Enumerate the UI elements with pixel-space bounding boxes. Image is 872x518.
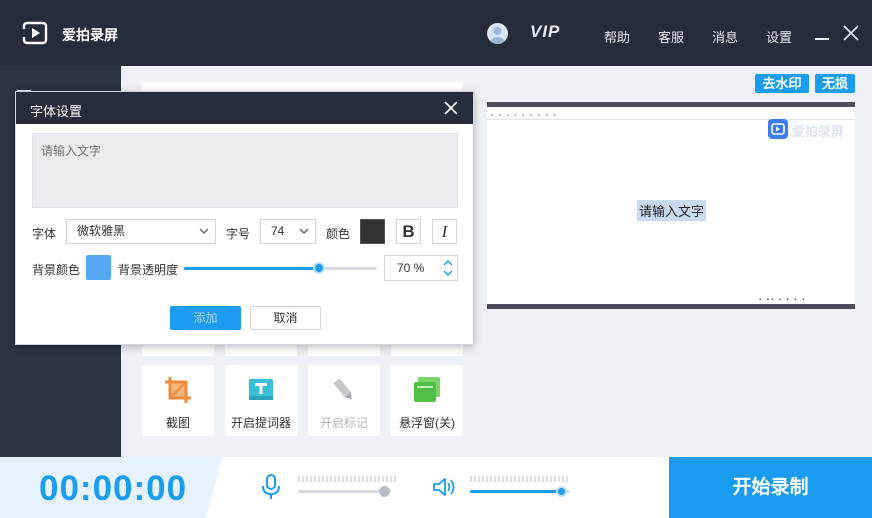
app-window: 爱拍录屏 VIP 帮助 客服 消息 设置 去水印 无损 ▪ ▪ ▪ ▪ ▪ ▪ … <box>0 0 872 518</box>
tool-label: 开启提词器 <box>230 416 291 430</box>
microphone-icon[interactable] <box>261 474 281 500</box>
opacity-input[interactable]: 70 % <box>384 255 458 281</box>
teleprompter-tool[interactable]: 开启提词器 <box>225 365 297 436</box>
timer-panel: 00:00:00 <box>0 457 222 518</box>
settings-link[interactable]: 设置 <box>766 27 792 46</box>
opacity-value: 70 % <box>397 261 425 275</box>
add-button[interactable]: 添加 <box>170 306 241 330</box>
font-size-select[interactable]: 74 <box>260 219 316 244</box>
floating-window-tool[interactable]: 悬浮窗(关) <box>391 365 463 436</box>
preview-status-strip: ▪ ▪▪ ▪ ▪ ▪ ▪ <box>759 297 807 303</box>
lossless-tag[interactable]: 无损 <box>815 74 855 93</box>
opacity-slider-knob[interactable] <box>313 262 326 274</box>
user-icon <box>490 27 505 44</box>
text-color-swatch[interactable] <box>360 219 385 244</box>
speaker-icon[interactable] <box>432 476 456 498</box>
cancel-button[interactable]: 取消 <box>250 306 321 330</box>
app-title: 爱拍录屏 <box>62 27 118 43</box>
minimize-button[interactable] <box>815 38 829 40</box>
chevron-down-icon <box>199 228 209 234</box>
marker-tool[interactable]: 开启标记 <box>308 365 380 436</box>
dialog-header: 字体设置 <box>16 92 473 124</box>
tool-label: 开启标记 <box>319 416 368 430</box>
tool-label: 悬浮窗(关) <box>399 416 455 430</box>
crop-icon <box>165 377 191 403</box>
recording-timer: 00:00:00 <box>39 469 188 508</box>
bold-button[interactable]: B <box>396 219 421 244</box>
chevron-down-icon <box>299 228 309 234</box>
vip-badge[interactable]: VIP <box>530 22 560 42</box>
speaker-volume-knob[interactable] <box>556 486 567 497</box>
preview-divider <box>487 119 855 120</box>
bg-opacity-label: 背景透明度 <box>118 263 179 277</box>
floating-window-icon <box>414 377 440 402</box>
remove-watermark-tag[interactable]: 去水印 <box>755 74 809 93</box>
preview-overlay-text[interactable]: 请输入文字 <box>637 200 707 221</box>
mic-volume-slider[interactable] <box>298 490 391 493</box>
font-value: 微软雅黑 <box>77 224 126 238</box>
dialog-close-icon[interactable] <box>443 100 459 116</box>
avatar[interactable] <box>487 23 508 44</box>
screenshot-tool[interactable]: 截图 <box>142 365 214 436</box>
bg-color-swatch[interactable] <box>86 255 111 280</box>
spinner-icon[interactable] <box>443 259 453 277</box>
opacity-slider-fill <box>184 267 320 270</box>
size-label: 字号 <box>226 227 251 241</box>
dialog-title: 字体设置 <box>30 104 83 119</box>
speaker-volume-fill <box>470 490 563 493</box>
font-label: 字体 <box>32 227 57 241</box>
color-label: 颜色 <box>326 227 351 241</box>
teleprompter-icon <box>249 379 273 400</box>
marker-icon <box>333 378 352 400</box>
start-recording-button[interactable]: 开始录制 <box>669 457 872 518</box>
font-select[interactable]: 微软雅黑 <box>66 219 216 244</box>
watermark-logo-icon <box>768 119 788 139</box>
text-input[interactable] <box>32 133 458 208</box>
watermark-text: 爱拍录屏 <box>792 124 845 139</box>
bottom-bar: 00:00:00 开始录制 <box>0 457 872 518</box>
customer-service-link[interactable]: 客服 <box>658 27 684 46</box>
speaker-level-meter <box>470 476 570 482</box>
font-settings-dialog: 字体设置 字体 微软雅黑 字号 74 颜色 B I 背景颜色 背景透明度 <box>15 91 474 345</box>
mic-level-meter <box>298 476 398 482</box>
messages-link[interactable]: 消息 <box>712 27 738 46</box>
app-logo-icon <box>22 21 48 45</box>
size-value: 74 <box>271 224 285 238</box>
tool-label: 截图 <box>165 416 190 430</box>
mic-volume-knob[interactable] <box>378 486 390 497</box>
help-link[interactable]: 帮助 <box>604 27 630 46</box>
opacity-slider[interactable] <box>184 267 377 270</box>
title-bar: 爱拍录屏 VIP 帮助 客服 消息 设置 <box>0 0 872 66</box>
close-window-button[interactable] <box>843 25 859 41</box>
screen-preview: ▪ ▪ ▪ ▪ ▪ ▪ ▪ ▪ ▪ 爱拍录屏 请输入文字 ▪ ▪▪ ▪ ▪ ▪ … <box>487 102 855 309</box>
speaker-volume-slider[interactable] <box>470 490 570 493</box>
bg-color-label: 背景颜色 <box>32 263 81 277</box>
italic-button[interactable]: I <box>432 219 457 244</box>
